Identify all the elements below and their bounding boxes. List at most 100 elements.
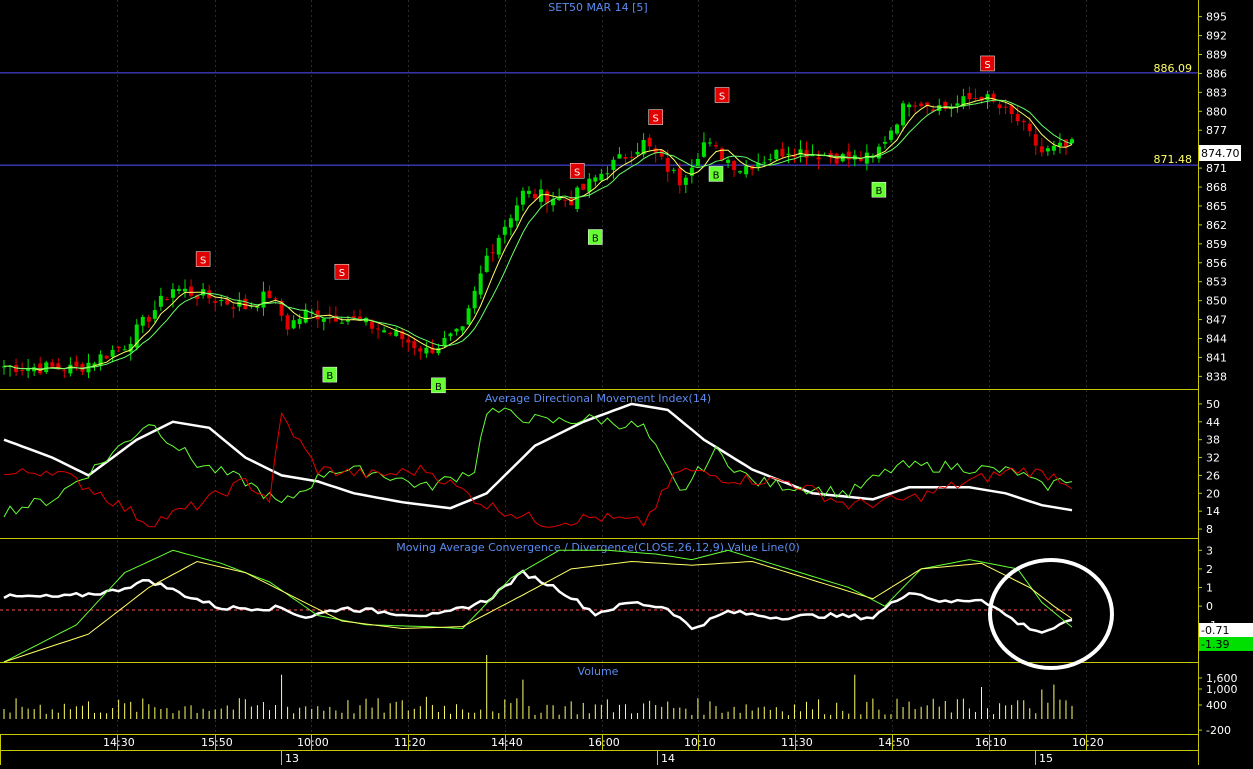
candle-body (158, 295, 163, 307)
candle-body (110, 349, 115, 357)
candle-body (882, 141, 887, 144)
marker-text: S (719, 92, 725, 103)
candle-body (532, 193, 537, 199)
candle-body (406, 339, 411, 343)
candle-body (478, 273, 483, 295)
background (0, 0, 1253, 765)
candle-body (321, 318, 326, 322)
candle-body (514, 205, 519, 221)
candle-body (189, 286, 194, 296)
candle-body (261, 291, 266, 308)
y-tick-label: -200 (1206, 724, 1231, 737)
y-tick-label: 868 (1206, 181, 1227, 194)
candle-body (695, 158, 700, 167)
y-tick-label: 50 (1206, 398, 1220, 411)
candle-body (665, 158, 670, 172)
candle-body (496, 237, 501, 255)
candle-body (744, 165, 749, 175)
time-label: 16:10 (975, 736, 1007, 749)
y-tick-label: 8 (1206, 523, 1213, 536)
buy-marker: B (322, 366, 338, 383)
candle-body (587, 178, 592, 192)
macd-value-label: -0.71 (1201, 624, 1229, 637)
marker-text: S (652, 114, 658, 125)
marker-text: B (713, 170, 720, 181)
y-tick-label: 889 (1206, 48, 1227, 61)
candle-body (508, 218, 513, 228)
candle-body (20, 370, 25, 372)
y-tick-label: 0 (1206, 600, 1213, 613)
candle-body (635, 151, 640, 155)
y-tick-label: 44 (1206, 416, 1220, 429)
y-tick-label: 871 (1206, 162, 1227, 175)
candle-body (714, 145, 718, 147)
candle-body (418, 348, 423, 352)
candle-body (370, 321, 375, 329)
price-panel-title: SET50 MAR 14 [5] (548, 1, 647, 14)
candle-body (44, 362, 49, 373)
candle-body (816, 157, 821, 160)
level-label-high: 886.09 (1154, 62, 1193, 75)
y-tick-label: 853 (1206, 276, 1227, 289)
candle-body (164, 299, 169, 301)
y-tick-label: 1 (1206, 582, 1213, 595)
y-tick-label: 1,000 (1206, 683, 1238, 696)
candle-body (1015, 114, 1020, 122)
candle-body (146, 317, 151, 322)
marker-text: S (984, 60, 990, 71)
candle-body (382, 330, 387, 333)
time-label: 16:00 (588, 736, 620, 749)
candle-body (219, 299, 224, 301)
marker-text: B (592, 234, 599, 245)
y-tick-label: 883 (1206, 86, 1227, 99)
time-label: 15:50 (201, 736, 233, 749)
candle-body (526, 190, 531, 194)
sell-marker: S (334, 263, 350, 280)
candle-body (973, 97, 978, 99)
candle-body (617, 154, 622, 159)
sell-marker: S (195, 251, 211, 267)
time-label: 14:30 (103, 736, 135, 749)
candle-body (466, 308, 471, 325)
marker-text: S (339, 268, 345, 279)
candle-body (913, 105, 918, 107)
candle-body (623, 156, 628, 159)
candle-body (1027, 123, 1032, 132)
candle-body (520, 190, 525, 205)
marker-text: B (435, 382, 442, 393)
y-tick-label: 2 (1206, 563, 1213, 576)
y-tick-label: 895 (1206, 11, 1227, 24)
y-tick-label: 856 (1206, 257, 1227, 270)
candle-body (780, 148, 785, 157)
candle-body (116, 346, 121, 348)
y-tick-label: 20 (1206, 487, 1220, 500)
candle-body (1051, 145, 1056, 151)
macd-panel-title: Moving Average Convergence / Divergence(… (396, 541, 800, 554)
volume-panel-title: Volume (578, 665, 619, 678)
candle-body (864, 152, 869, 164)
candle-body (1057, 142, 1062, 147)
sell-marker: S (714, 87, 730, 103)
candle-body (611, 159, 616, 170)
chart-window: SET50 MAR 14 [5] SSBBSBSBSBS 895 892 889 88… (0, 0, 1253, 765)
candle-body (376, 328, 381, 330)
macd-signal-label: -1.39 (1201, 638, 1229, 651)
y-tick-label: 844 (1206, 333, 1227, 346)
y-tick-label: 3 (1206, 544, 1213, 557)
candle-body (967, 92, 972, 100)
y-tick-label: 886 (1206, 67, 1227, 80)
candle-body (581, 183, 586, 190)
candle-body (834, 153, 839, 164)
candle-body (738, 171, 743, 173)
marker-text: S (574, 167, 580, 178)
day-label: 13 (285, 752, 299, 765)
candle-body (762, 162, 767, 164)
candle-body (140, 316, 145, 326)
buy-marker: B (431, 377, 446, 394)
candle-body (919, 103, 924, 107)
candle-body (176, 288, 181, 291)
candle-body (267, 290, 272, 298)
candle-body (424, 347, 429, 354)
candle-body (472, 290, 477, 309)
y-tick-label: 32 (1206, 452, 1220, 465)
